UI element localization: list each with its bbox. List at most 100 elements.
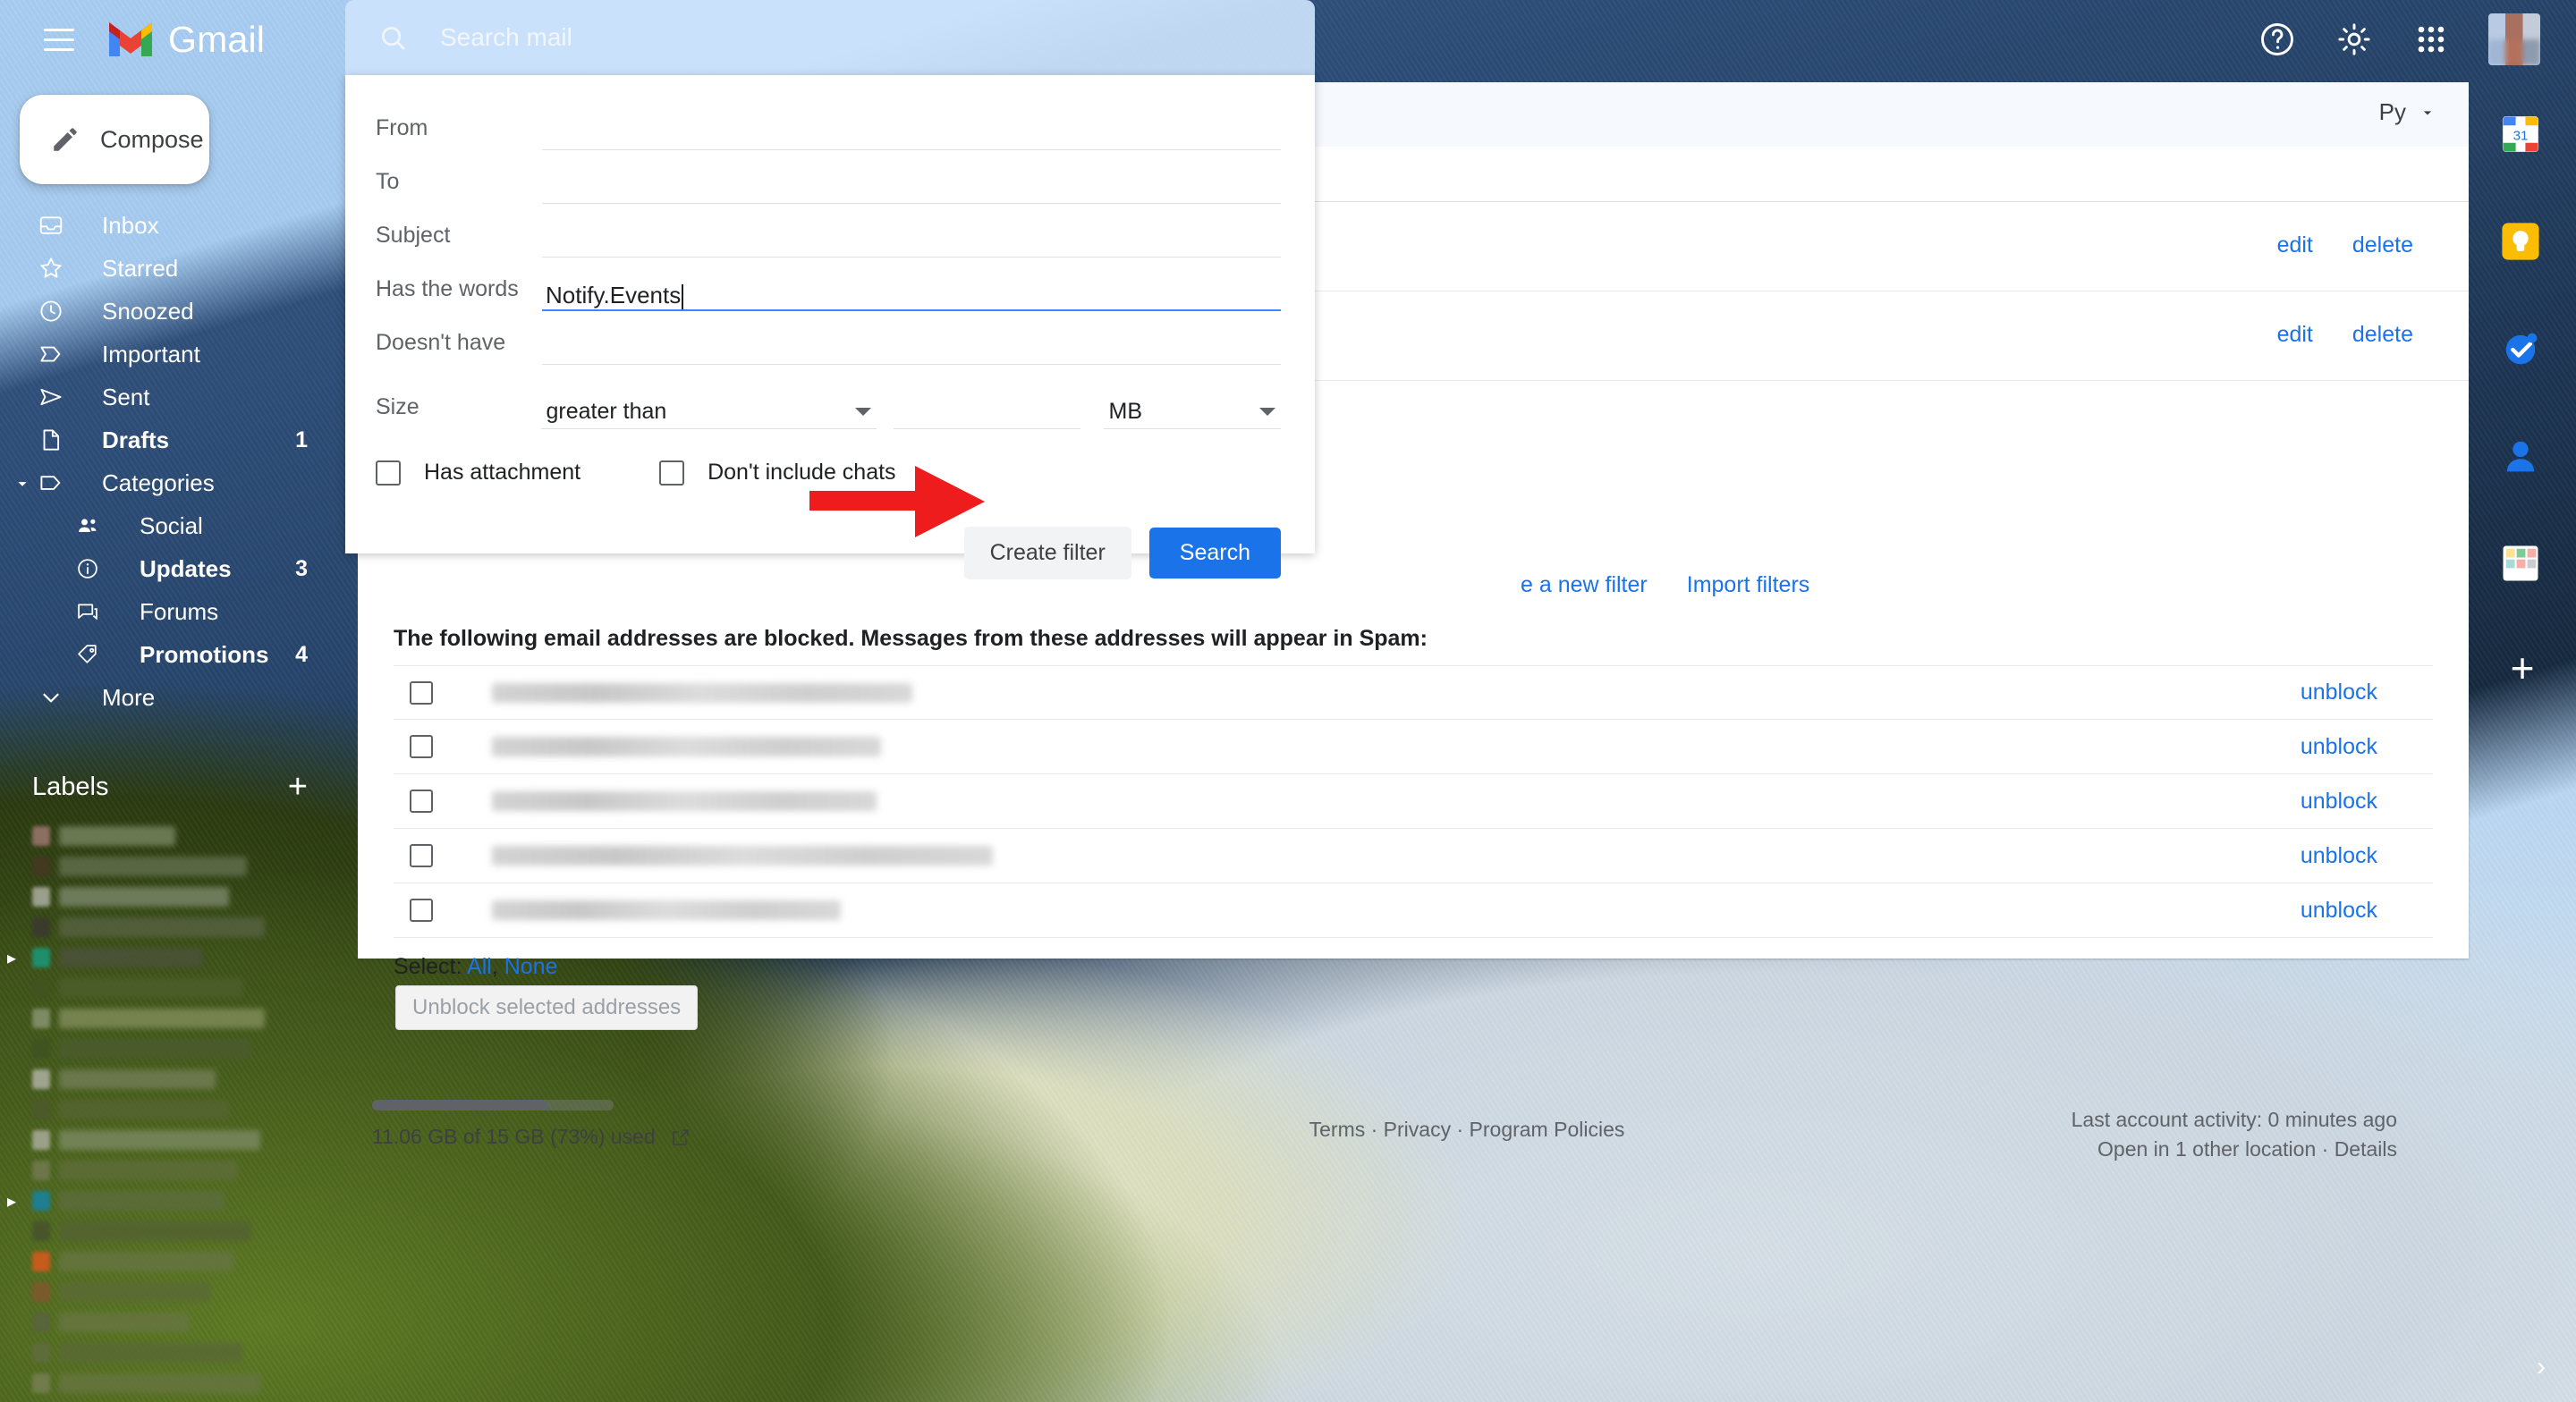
list-item[interactable] — [0, 1094, 358, 1125]
list-item[interactable] — [0, 1307, 358, 1338]
list-item[interactable] — [0, 1125, 358, 1155]
apps-icon[interactable] — [2497, 540, 2547, 590]
list-item[interactable]: ▸ — [0, 1186, 358, 1216]
list-item[interactable]: ▸ — [0, 942, 358, 973]
footer-links[interactable]: Terms · Privacy · Program Policies — [1309, 1118, 1625, 1142]
open-location-text[interactable]: Open in 1 other location · Details — [2072, 1135, 2397, 1164]
select-all-link[interactable]: All — [467, 954, 492, 979]
language-label: Py — [2378, 98, 2406, 125]
has-the-words-value: Notify.Events — [546, 282, 682, 308]
unblock-link[interactable]: unblock — [2301, 680, 2377, 705]
size-operator-select[interactable]: greater than — [540, 393, 877, 429]
list-item[interactable] — [0, 912, 358, 942]
sidebar-item-starred[interactable]: Starred — [0, 247, 358, 290]
sidebar-item-snoozed[interactable]: Snoozed — [0, 290, 358, 333]
sidebar-item-more[interactable]: More — [0, 676, 358, 719]
sidebar-item-forums[interactable]: Forums — [0, 590, 358, 633]
list-item[interactable] — [0, 1216, 358, 1246]
label-color — [32, 1009, 50, 1028]
unblock-selected-button[interactable]: Unblock selected addresses — [395, 985, 699, 1030]
contacts-icon[interactable] — [2497, 433, 2547, 483]
help-icon[interactable] — [2258, 20, 2297, 59]
label-name-redacted — [59, 1282, 211, 1302]
list-item[interactable] — [0, 1064, 358, 1094]
label-icon — [38, 469, 77, 496]
add-app-button[interactable]: + — [2511, 647, 2535, 688]
sidebar-item-updates[interactable]: Updates 3 — [0, 547, 358, 590]
row-checkbox[interactable] — [410, 790, 433, 813]
search-bar[interactable]: Search mail — [345, 0, 1315, 75]
list-item[interactable] — [0, 1003, 358, 1034]
hamburger-icon[interactable] — [20, 0, 98, 79]
expand-panel-chevron-icon[interactable]: › — [2537, 1352, 2546, 1382]
field-to: To — [376, 150, 1281, 204]
has-attachment-checkbox[interactable] — [376, 460, 401, 486]
size-unit-select[interactable]: MB — [1103, 393, 1281, 429]
expand-arrow-icon[interactable]: ▸ — [7, 1190, 16, 1212]
list-item[interactable] — [0, 1338, 358, 1368]
annotation-arrow-icon — [809, 459, 988, 551]
sidebar-item-social[interactable]: Social — [0, 504, 358, 547]
sidebar-item-categories[interactable]: Categories — [0, 461, 358, 504]
row-checkbox[interactable] — [410, 735, 433, 758]
delete-filter-link[interactable]: delete — [2352, 322, 2413, 348]
list-item[interactable] — [0, 821, 358, 851]
unblock-link[interactable]: unblock — [2301, 789, 2377, 815]
list-item[interactable] — [0, 1246, 358, 1277]
row-checkbox[interactable] — [410, 899, 433, 922]
sidebar-item-sent[interactable]: Sent — [0, 376, 358, 418]
create-new-filter-link[interactable]: e a new filter — [1521, 572, 1648, 598]
tasks-icon[interactable] — [2497, 325, 2547, 376]
list-item[interactable] — [0, 1155, 358, 1186]
compose-button[interactable]: Compose — [20, 95, 209, 184]
list-item[interactable] — [0, 1277, 358, 1307]
sidebar-item-drafts[interactable]: Drafts 1 — [0, 418, 358, 461]
table-row: unblock — [394, 883, 2433, 938]
delete-filter-link[interactable]: delete — [2352, 232, 2413, 258]
sidebar-item-important[interactable]: Important — [0, 333, 358, 376]
keep-icon[interactable] — [2497, 218, 2547, 268]
label-color — [32, 826, 50, 846]
list-item[interactable] — [0, 1368, 358, 1398]
search-input[interactable]: Search mail — [440, 23, 572, 52]
list-item[interactable] — [0, 882, 358, 912]
has-the-words-input[interactable]: Notify.Events — [542, 275, 1281, 311]
size-unit-value: MB — [1108, 399, 1143, 424]
sidebar-item-inbox[interactable]: Inbox — [0, 204, 358, 247]
calendar-icon[interactable]: 31 — [2497, 111, 2547, 161]
to-input[interactable] — [542, 168, 1281, 204]
dont-include-chats-checkbox[interactable] — [659, 460, 685, 486]
gear-icon[interactable] — [2334, 20, 2374, 59]
doesnt-have-input[interactable] — [542, 329, 1281, 365]
select-label: Select: — [394, 954, 462, 979]
draft-icon — [38, 427, 77, 453]
list-item[interactable] — [0, 1034, 358, 1064]
expand-arrow-icon[interactable]: ▸ — [7, 947, 16, 969]
unblock-link[interactable]: unblock — [2301, 734, 2377, 760]
open-in-new-icon[interactable] — [670, 1127, 691, 1148]
language-selector[interactable]: Py — [2379, 98, 2436, 126]
unblock-link[interactable]: unblock — [2301, 898, 2377, 924]
apps-grid-icon[interactable] — [2411, 20, 2451, 59]
label-name-redacted — [59, 1100, 229, 1119]
label-color — [32, 1373, 50, 1393]
import-filters-link[interactable]: Import filters — [1687, 572, 1810, 598]
row-checkbox[interactable] — [410, 680, 433, 705]
sidebar-item-promotions[interactable]: Promotions 4 — [0, 633, 358, 676]
search-icon — [381, 26, 405, 50]
avatar[interactable] — [2488, 13, 2540, 65]
subject-input[interactable] — [542, 222, 1281, 258]
plus-icon[interactable]: + — [288, 770, 308, 804]
edit-filter-link[interactable]: edit — [2277, 322, 2313, 348]
list-item[interactable] — [0, 851, 358, 882]
row-checkbox[interactable] — [410, 844, 433, 867]
select-none-link[interactable]: None — [504, 954, 558, 979]
search-button[interactable]: Search — [1148, 528, 1281, 579]
create-filter-button[interactable]: Create filter — [963, 527, 1131, 579]
from-input[interactable] — [542, 114, 1281, 150]
unblock-link[interactable]: unblock — [2301, 843, 2377, 869]
list-item[interactable] — [0, 973, 358, 1003]
size-value-input[interactable] — [894, 393, 1080, 429]
forum-icon — [75, 599, 114, 624]
edit-filter-link[interactable]: edit — [2277, 232, 2313, 258]
